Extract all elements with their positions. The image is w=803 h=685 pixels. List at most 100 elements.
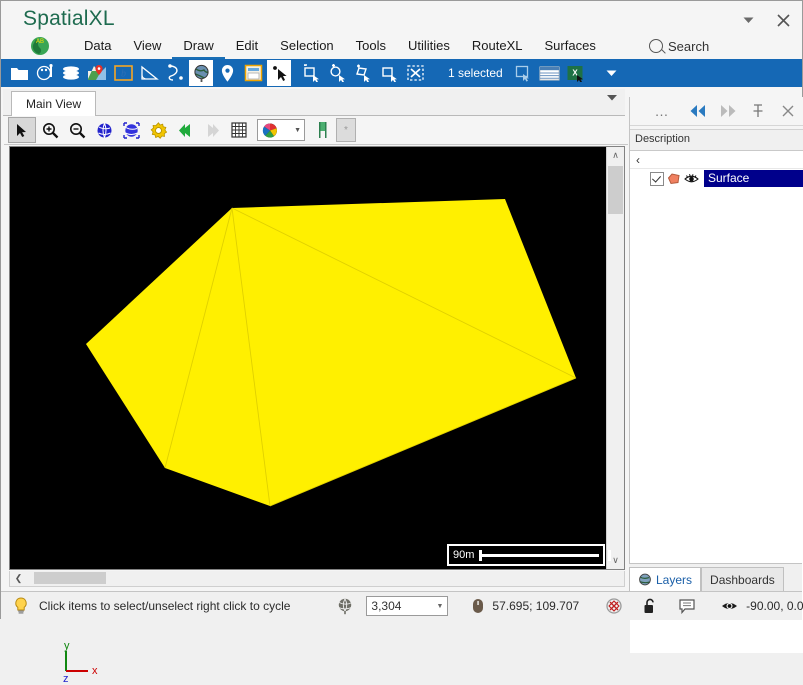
layer-tree-row-surface[interactable]: Surface	[630, 169, 803, 188]
polygon-swatch-icon[interactable]	[667, 172, 681, 185]
pointer-select-icon[interactable]	[8, 117, 36, 143]
select-add-circle-icon[interactable]	[325, 60, 349, 86]
map-canvas-container: y x z ∧ ∨	[9, 146, 625, 685]
zoom-in-icon[interactable]	[37, 118, 63, 142]
search-label: Search	[668, 38, 710, 54]
tree-collapse-row[interactable]: ‹	[630, 151, 803, 169]
scale-bar: 90m	[447, 544, 605, 566]
scale-bar-label: 90m	[453, 549, 475, 561]
layers-stack-icon[interactable]	[59, 60, 83, 86]
select-add-rect-icon[interactable]	[299, 60, 323, 86]
collapse-left-icon[interactable]: ‹	[636, 153, 640, 167]
dock-header: …	[630, 97, 803, 126]
window-frame-icon[interactable]	[241, 60, 265, 86]
tab-main-view[interactable]: Main View	[11, 91, 97, 117]
scale-combo[interactable]: 3,304 ▼	[360, 592, 454, 620]
layer-visibility-checkbox[interactable]	[650, 171, 664, 186]
copy-selection-icon[interactable]	[512, 60, 536, 86]
chevron-up-icon[interactable]: ∧	[607, 147, 624, 164]
app-logo-icon[interactable]: AB	[29, 35, 51, 57]
dock-tab-layers[interactable]: Layers	[629, 567, 702, 591]
close-icon	[776, 13, 790, 27]
globe-wire-icon	[336, 597, 354, 615]
svg-text:AB: AB	[36, 39, 44, 45]
ribbon-toolbar: b 1 selected X	[1, 59, 802, 87]
select-remove-rect-icon[interactable]	[377, 60, 401, 86]
zoom-extent-icon[interactable]	[118, 118, 144, 142]
chevron-left-icon[interactable]: ❮	[11, 571, 26, 585]
view-toolbar: ▼ *	[4, 116, 628, 145]
menu-item-view[interactable]: View	[122, 33, 172, 59]
color-picker-combo[interactable]: ▼	[257, 119, 305, 141]
green-flag-icon[interactable]	[309, 118, 335, 142]
tabstrip-overflow-caret[interactable]	[607, 95, 617, 101]
projection-indicator[interactable]	[330, 592, 360, 620]
zoom-out-icon[interactable]	[64, 118, 90, 142]
menu-item-tools[interactable]: Tools	[345, 33, 397, 59]
select-add-poly-icon[interactable]	[351, 60, 375, 86]
dock-tab-dashboards[interactable]: Dashboards	[701, 567, 784, 591]
menu-item-draw[interactable]: Draw	[172, 33, 224, 59]
lock-toggle-button[interactable]	[637, 592, 663, 620]
star-icon[interactable]: *	[336, 118, 356, 142]
nav-forward-icon[interactable]	[713, 98, 743, 124]
crosshair-target-icon	[605, 597, 623, 615]
export-excel-icon[interactable]: X	[564, 60, 588, 86]
note-button[interactable]	[673, 592, 701, 620]
map-pin-icon[interactable]	[85, 60, 109, 86]
vertical-scroll-thumb[interactable]	[608, 166, 623, 214]
menu-item-utilities[interactable]: Utilities	[397, 33, 461, 59]
menu-item-surfaces[interactable]: Surfaces	[534, 33, 607, 59]
settings-gear-icon[interactable]	[145, 118, 171, 142]
titlebar-caret-button[interactable]	[734, 7, 762, 33]
crosshair-target-button[interactable]	[599, 592, 629, 620]
canvas-horizontal-scrollbar[interactable]: ❮	[9, 571, 625, 587]
layers-dock-panel: … Description ‹ Surface	[629, 97, 803, 653]
chevron-down-icon	[743, 17, 753, 23]
menu-item-selection[interactable]: Selection	[269, 33, 344, 59]
column-header-description: Description	[635, 133, 691, 145]
table-view-icon[interactable]	[538, 60, 562, 86]
globe-icon[interactable]	[189, 60, 213, 86]
dock-tab-dashboards-label: Dashboards	[710, 572, 775, 587]
menu-item-edit[interactable]: Edit	[225, 33, 269, 59]
palette-tools-icon[interactable]	[33, 60, 57, 86]
svg-text:b: b	[121, 69, 126, 80]
more-options-icon[interactable]: …	[647, 98, 677, 124]
close-window-button[interactable]	[769, 7, 797, 33]
eye-icon[interactable]	[684, 172, 699, 185]
menu-item-routexl[interactable]: RouteXL	[461, 33, 534, 59]
measure-angle-icon[interactable]	[137, 60, 161, 86]
document-tab-strip: Main View	[3, 89, 625, 117]
ribbon-overflow-caret[interactable]	[600, 60, 624, 86]
search-box[interactable]: Search	[649, 33, 709, 59]
node-edit-icon[interactable]	[163, 60, 187, 86]
horizontal-scroll-thumb[interactable]	[34, 572, 106, 584]
nav-back-icon[interactable]	[683, 98, 713, 124]
view-angles-text: -90.00, 0.00, 0.00	[746, 599, 803, 613]
menu-items: Data View Draw Edit Selection Tools Util…	[73, 33, 607, 59]
unlocked-padlock-icon	[643, 598, 657, 615]
bounding-box-icon[interactable]: b	[111, 60, 135, 86]
dock-tab-layers-label: Layers	[656, 572, 693, 587]
pin-icon[interactable]	[743, 98, 773, 124]
arrow-select-icon[interactable]	[267, 60, 291, 86]
open-folder-icon[interactable]	[7, 60, 31, 86]
canvas-vertical-scrollbar[interactable]: ∧ ∨	[606, 147, 624, 569]
chevron-down-icon[interactable]: ▼	[436, 603, 443, 610]
clear-selection-icon[interactable]	[403, 60, 427, 86]
menu-item-data[interactable]: Data	[73, 33, 122, 59]
eye-icon	[721, 599, 738, 613]
grid-icon[interactable]	[226, 118, 252, 142]
scale-value: 3,304	[371, 599, 402, 613]
chevron-down-icon	[607, 95, 617, 101]
zoom-world-icon[interactable]	[91, 118, 117, 142]
chevron-down-icon[interactable]: ∨	[607, 552, 624, 569]
location-marker-icon[interactable]	[215, 60, 239, 86]
close-panel-icon[interactable]	[773, 98, 803, 124]
axis-label-y: y	[64, 640, 70, 652]
rewind-icon[interactable]	[172, 118, 198, 142]
layer-name-surface[interactable]: Surface	[704, 170, 803, 187]
map-canvas[interactable]	[10, 147, 607, 569]
scale-bar-ruler	[479, 549, 599, 561]
